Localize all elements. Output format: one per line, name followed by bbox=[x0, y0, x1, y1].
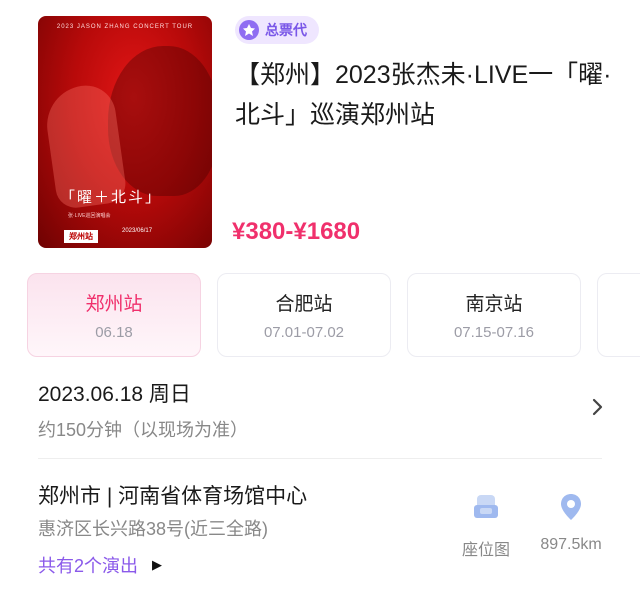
section-divider bbox=[38, 458, 602, 459]
city-tab-date: 07.15-07.16 bbox=[453, 324, 535, 341]
agent-badge: 总票代 bbox=[235, 16, 319, 44]
poster-title: 「曜＋北斗」 bbox=[60, 188, 163, 206]
show-datetime: 2023.06.18 周日 bbox=[38, 383, 191, 406]
chevron-right-icon[interactable] bbox=[588, 392, 608, 422]
distance-label: 897.5km bbox=[540, 536, 602, 553]
shows-link-label: 共有2个演出 bbox=[38, 556, 139, 576]
poster-subtitle: 张·LIVE巡回演唱会 bbox=[68, 213, 111, 219]
event-title: 【郑州】2023张杰未·LIVE一「曜·北斗」巡演郑州站 bbox=[235, 61, 612, 129]
play-arrow-icon: ▶ bbox=[152, 557, 163, 572]
seat-icon bbox=[474, 495, 498, 518]
venue-distance[interactable]: 897.5km bbox=[528, 492, 614, 554]
city-tab-name: 南京站 bbox=[465, 294, 523, 315]
poster-city: 郑州站 bbox=[64, 230, 98, 243]
city-tab-date: 07.01-07.02 bbox=[263, 324, 345, 341]
event-price: ¥380-¥1680 bbox=[232, 218, 361, 245]
city-tab-name: 郑州站 bbox=[85, 294, 143, 315]
agent-badge-label: 总票代 bbox=[265, 22, 307, 38]
poster-date: 2023/06/17 bbox=[122, 228, 153, 234]
venue-name: 郑州市 | 河南省体育场馆中心 bbox=[38, 485, 308, 508]
city-tab-name: 合肥站 bbox=[275, 294, 333, 315]
seat-map-label: 座位图 bbox=[461, 542, 510, 559]
city-tab-more[interactable] bbox=[597, 273, 640, 357]
venue-address: 惠济区长兴路38号(近三全路) bbox=[38, 519, 269, 539]
poster-tour-text: 2023 JASON ZHANG CONCERT TOUR bbox=[56, 24, 194, 30]
ticket-agent-icon bbox=[239, 20, 259, 40]
event-poster[interactable]: 2023 JASON ZHANG CONCERT TOUR 「曜＋北斗」 张·L… bbox=[38, 16, 212, 248]
location-pin-icon bbox=[561, 494, 581, 520]
city-tab-hefei[interactable]: 合肥站 07.01-07.02 bbox=[217, 273, 391, 357]
city-tab-zhengzhou[interactable]: 郑州站 06.18 bbox=[27, 273, 201, 357]
city-tab-date: 06.18 bbox=[95, 324, 133, 341]
shows-link[interactable]: 共有2个演出 ▶ bbox=[38, 552, 162, 578]
show-duration: 约150分钟（以现场为准） bbox=[38, 420, 249, 440]
seat-map-button[interactable]: 座位图 bbox=[456, 492, 516, 560]
city-tab-nanjing[interactable]: 南京站 07.15-07.16 bbox=[407, 273, 581, 357]
